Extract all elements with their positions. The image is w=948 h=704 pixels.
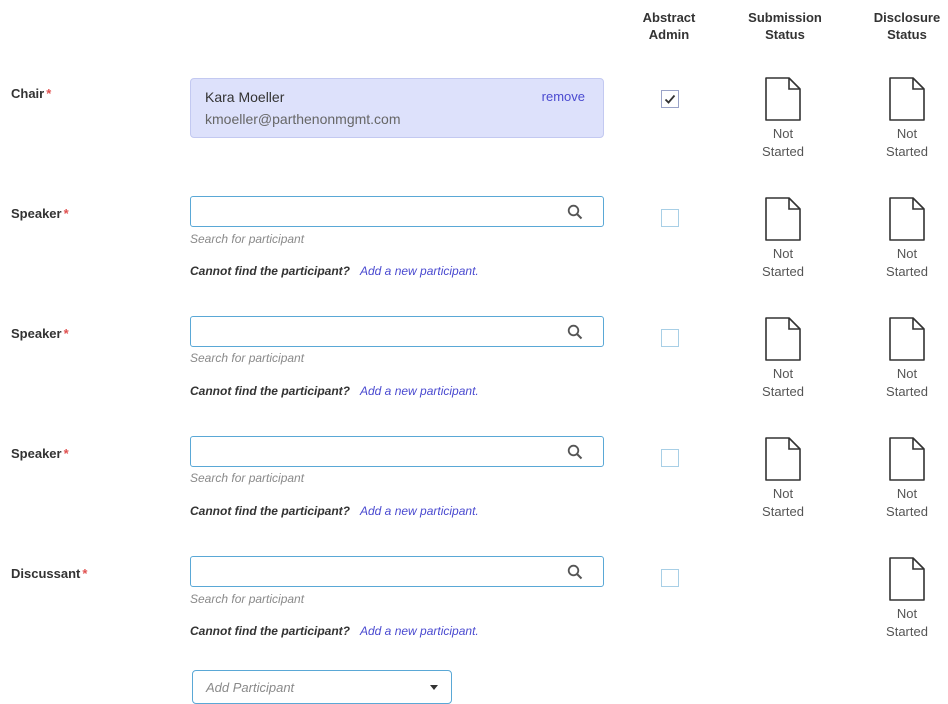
document-icon xyxy=(889,437,925,481)
submission-status: Not Started xyxy=(743,197,823,281)
participant-search-box[interactable] xyxy=(190,316,604,347)
participant-search-box[interactable] xyxy=(190,436,604,467)
header-submission-status-label: Submission Status xyxy=(748,10,822,42)
speaker-label: Speaker * xyxy=(11,326,69,341)
role-label-text: Speaker xyxy=(11,446,62,461)
role-label-text: Chair xyxy=(11,86,45,101)
chair-abstract-admin-checkbox[interactable] xyxy=(661,90,679,108)
status-text: Not Started xyxy=(762,366,804,399)
checkmark-icon xyxy=(664,94,676,104)
remove-chair-link[interactable]: remove xyxy=(542,89,585,104)
participant-search-input[interactable] xyxy=(191,557,551,586)
search-hint: Search for participant xyxy=(190,232,305,246)
cannot-find-text: Cannot find the participant? xyxy=(190,504,350,518)
status-text: Not Started xyxy=(886,366,928,399)
search-icon[interactable] xyxy=(567,204,583,220)
header-disclosure-status: Disclosure Status xyxy=(852,9,948,43)
document-icon xyxy=(889,77,925,121)
search-icon[interactable] xyxy=(567,564,583,580)
add-new-participant-link[interactable]: Add a new participant. xyxy=(360,384,479,398)
required-marker: * xyxy=(46,86,52,101)
abstract-admin-checkbox[interactable] xyxy=(661,569,679,587)
header-submission-status: Submission Status xyxy=(730,9,840,43)
role-label-text: Speaker xyxy=(11,206,62,221)
cannot-find-line: Cannot find the participant? Add a new pa… xyxy=(190,624,479,638)
document-icon xyxy=(889,557,925,601)
submission-status: Not Started xyxy=(743,437,823,521)
discussant-label: Discussant * xyxy=(11,566,87,581)
chair-label: Chair * xyxy=(11,86,51,101)
document-icon xyxy=(765,77,801,121)
role-label-text: Discussant xyxy=(11,566,81,581)
disclosure-status: Not Started xyxy=(867,197,947,281)
document-icon xyxy=(765,317,801,361)
participant-search-box[interactable] xyxy=(190,196,604,227)
speaker-label: Speaker * xyxy=(11,446,69,461)
status-text: Not Started xyxy=(762,486,804,519)
chair-submission-status: Not Started xyxy=(743,77,823,161)
cannot-find-text: Cannot find the participant? xyxy=(190,264,350,278)
submission-status: Not Started xyxy=(743,317,823,401)
participant-search-box[interactable] xyxy=(190,556,604,587)
add-new-participant-link[interactable]: Add a new participant. xyxy=(360,264,479,278)
search-icon[interactable] xyxy=(567,324,583,340)
search-hint: Search for participant xyxy=(190,471,305,485)
add-participant-dropdown[interactable]: Add Participant xyxy=(192,670,452,704)
chair-participant-card: Kara Moeller kmoeller@parthenonmgmt.com … xyxy=(190,78,604,138)
status-text: Not Started xyxy=(762,246,804,279)
required-marker: * xyxy=(82,566,88,581)
required-marker: * xyxy=(63,326,69,341)
cannot-find-text: Cannot find the participant? xyxy=(190,624,350,638)
status-text: Not Started xyxy=(886,606,928,639)
header-abstract-admin-label: Abstract Admin xyxy=(642,10,696,42)
add-new-participant-link[interactable]: Add a new participant. xyxy=(360,504,479,518)
abstract-admin-checkbox[interactable] xyxy=(661,329,679,347)
participant-search-input[interactable] xyxy=(191,197,551,226)
status-text: Not Started xyxy=(886,246,928,279)
document-icon xyxy=(765,437,801,481)
add-new-participant-link[interactable]: Add a new participant. xyxy=(360,624,479,638)
cannot-find-line: Cannot find the participant? Add a new pa… xyxy=(190,504,479,518)
speaker-label: Speaker * xyxy=(11,206,69,221)
required-marker: * xyxy=(63,446,69,461)
document-icon xyxy=(889,317,925,361)
cannot-find-line: Cannot find the participant? Add a new pa… xyxy=(190,384,479,398)
chevron-down-icon xyxy=(430,685,438,690)
role-label-text: Speaker xyxy=(11,326,62,341)
status-text: Not Started xyxy=(886,126,928,159)
disclosure-status: Not Started xyxy=(867,557,947,641)
status-text: Not Started xyxy=(762,126,804,159)
cannot-find-text: Cannot find the participant? xyxy=(190,384,350,398)
add-participant-placeholder: Add Participant xyxy=(206,680,295,695)
disclosure-status: Not Started xyxy=(867,317,947,401)
document-icon xyxy=(889,197,925,241)
chair-disclosure-status: Not Started xyxy=(867,77,947,161)
participant-search-input[interactable] xyxy=(191,317,551,346)
disclosure-status: Not Started xyxy=(867,437,947,521)
document-icon xyxy=(765,197,801,241)
participant-search-input[interactable] xyxy=(191,437,551,466)
search-hint: Search for participant xyxy=(190,351,305,365)
chair-name: Kara Moeller xyxy=(205,89,285,105)
header-disclosure-status-label: Disclosure Status xyxy=(873,10,941,42)
status-text: Not Started xyxy=(886,486,928,519)
chair-email: kmoeller@parthenonmgmt.com xyxy=(205,111,401,127)
header-abstract-admin: Abstract Admin xyxy=(614,9,724,43)
required-marker: * xyxy=(63,206,69,221)
cannot-find-line: Cannot find the participant? Add a new pa… xyxy=(190,264,479,278)
abstract-admin-checkbox[interactable] xyxy=(661,449,679,467)
abstract-admin-checkbox[interactable] xyxy=(661,209,679,227)
search-hint: Search for participant xyxy=(190,592,305,606)
search-icon[interactable] xyxy=(567,444,583,460)
